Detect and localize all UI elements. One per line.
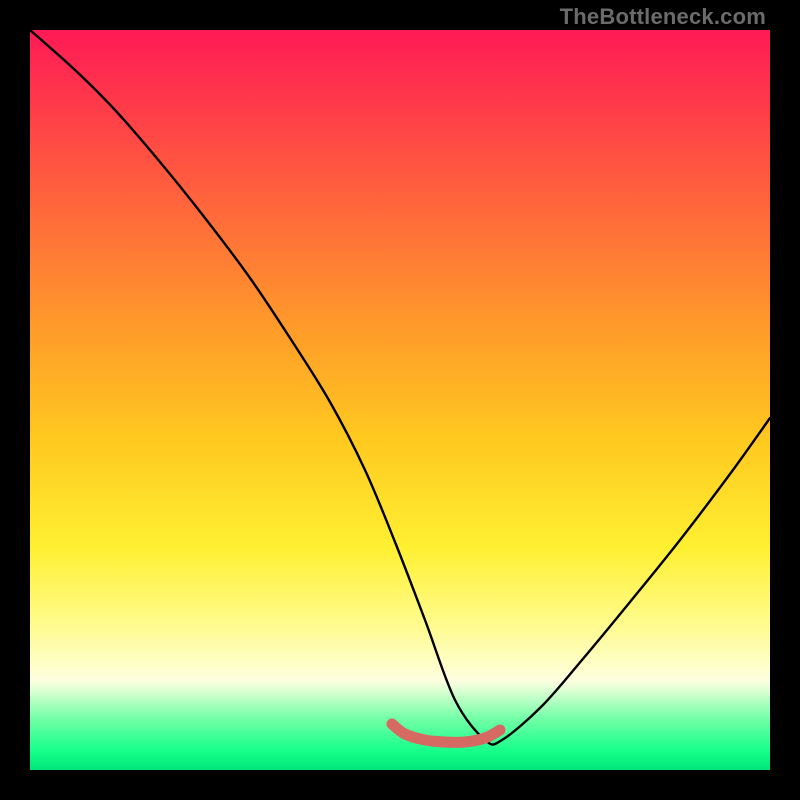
- plot-area: [30, 30, 770, 770]
- outer-frame: TheBottleneck.com: [0, 0, 800, 800]
- curve-layer: [30, 30, 770, 770]
- flat-region-highlight: [392, 724, 500, 742]
- watermark-text: TheBottleneck.com: [560, 4, 766, 30]
- bottleneck-curve: [30, 30, 770, 745]
